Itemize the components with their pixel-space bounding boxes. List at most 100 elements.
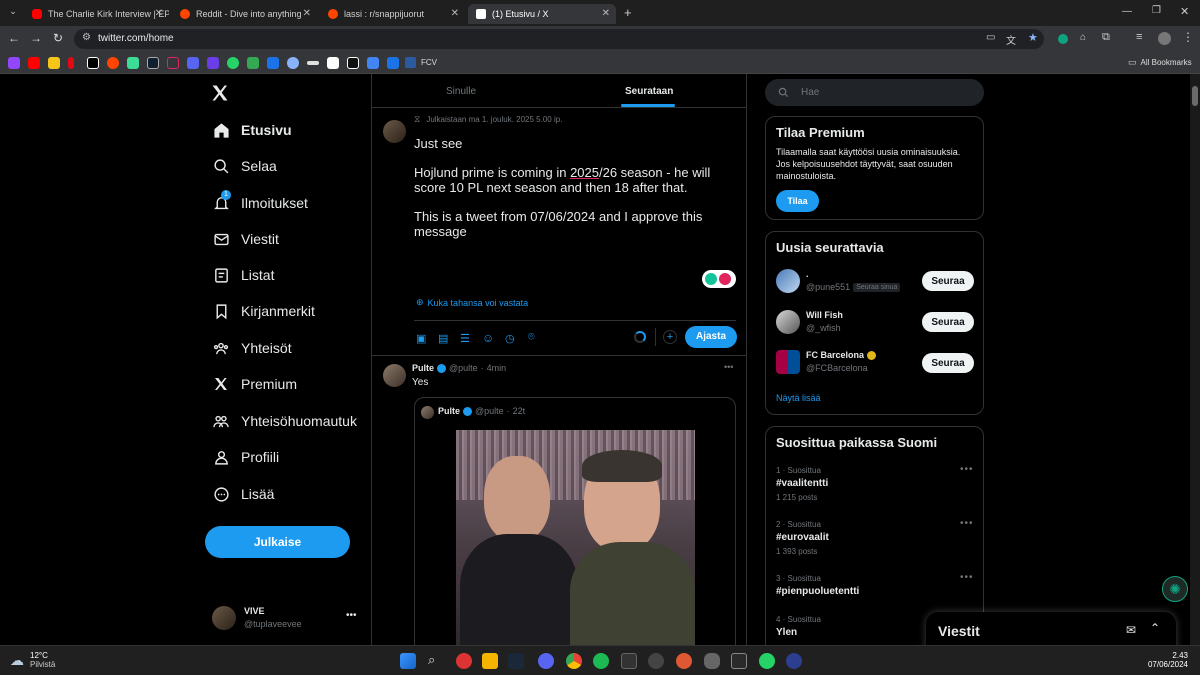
clock[interactable]: 2.43 07/06/2024 <box>1130 651 1188 669</box>
bookmark-twitch-icon[interactable] <box>8 57 20 69</box>
browser-tab[interactable]: lassi : r/snappijuorut ✕ <box>320 4 465 24</box>
close-tab-icon[interactable]: ✕ <box>155 8 163 19</box>
close-tab-icon[interactable]: ✕ <box>303 8 311 19</box>
nav-home[interactable]: Etusivu <box>212 117 292 143</box>
follow-user-name[interactable]: Will Fish <box>806 310 843 320</box>
nav-lists[interactable]: Listat <box>212 262 274 288</box>
trend-more-icon[interactable]: ••• <box>960 464 974 475</box>
tweet-author-handle[interactable]: @pulte <box>449 363 478 373</box>
scrollbar-thumb[interactable] <box>1192 86 1198 106</box>
browser-tab-active[interactable]: (1) Etusivu / X ✕ <box>468 4 616 24</box>
taskbar-app-icon[interactable] <box>704 653 720 669</box>
emoji-icon[interactable]: ☺ <box>482 331 494 345</box>
nav-premium[interactable]: Premium <box>212 371 297 397</box>
bookmark-fcv[interactable]: FCV <box>405 57 437 68</box>
bookmark-icon[interactable] <box>327 57 339 69</box>
steam-icon[interactable] <box>508 653 524 669</box>
davinci-icon[interactable] <box>648 653 664 669</box>
new-message-icon[interactable]: ✉ <box>1126 623 1136 637</box>
bookmark-reddit-icon[interactable] <box>107 57 119 69</box>
back-icon[interactable]: ← <box>8 31 20 45</box>
quoted-tweet[interactable]: Pulte @pulte · 22t <box>414 397 736 645</box>
nav-messages[interactable]: Viestit <box>212 226 279 252</box>
taskbar-app-icon[interactable] <box>731 653 747 669</box>
tab-for-you[interactable]: Sinulle <box>446 86 476 97</box>
add-thread-icon[interactable]: + <box>663 330 677 344</box>
follow-button[interactable]: Seuraa <box>922 353 974 373</box>
restore-icon[interactable]: ❐ <box>1152 5 1161 16</box>
post-button[interactable]: Julkaise <box>205 526 350 558</box>
reload-icon[interactable]: ↻ <box>53 31 63 45</box>
tweet-author-name[interactable]: Pulte <box>412 363 434 373</box>
composer-text[interactable]: Just see Hojlund prime is coming in 2025… <box>414 136 724 239</box>
tab-search-button[interactable]: ⌄ <box>6 6 20 20</box>
avatar[interactable] <box>776 310 800 334</box>
forward-icon[interactable]: → <box>30 31 42 45</box>
reply-setting[interactable]: ⊕ Kuka tahansa voi vastata <box>416 297 528 308</box>
trend-more-icon[interactable]: ••• <box>960 572 974 583</box>
media-icon[interactable]: ▣ <box>416 332 426 345</box>
follow-user-name[interactable]: FC Barcelona <box>806 350 864 360</box>
avatar[interactable] <box>776 269 800 293</box>
all-bookmarks[interactable]: ▭ All Bookmarks <box>1128 57 1192 68</box>
x-logo-icon[interactable] <box>210 83 232 105</box>
nav-communities[interactable]: Yhteisöt <box>212 335 292 361</box>
search-box[interactable]: Hae <box>765 79 984 106</box>
close-tab-icon[interactable]: ✕ <box>451 8 459 19</box>
account-switcher[interactable]: VIVE @tuplaveevee ••• <box>210 604 360 634</box>
discord-icon[interactable] <box>538 653 554 669</box>
nav-more[interactable]: Lisää <box>212 481 274 507</box>
bookmark-icon[interactable] <box>187 57 199 69</box>
trend-name[interactable]: #vaalitentti <box>776 478 828 489</box>
schedule-button[interactable]: Ajasta <box>685 326 737 348</box>
bookmark-icon[interactable] <box>267 57 279 69</box>
gif-icon[interactable]: ▤ <box>438 332 448 345</box>
close-window-icon[interactable]: ✕ <box>1180 5 1189 18</box>
chatgpt-floating-icon[interactable]: ✺ <box>1162 576 1188 602</box>
subscribe-button[interactable]: Tilaa <box>776 190 819 212</box>
address-bar[interactable]: ⚙ twitter.com/home ▭ 文 ★ <box>74 29 1044 49</box>
bookmark-icon[interactable] <box>307 61 319 65</box>
trend-name[interactable]: #pienpuoluetentti <box>776 586 859 597</box>
browser-tab[interactable]: The Charlie Kirk Interview | EP. ✕ <box>24 4 169 24</box>
nav-profile[interactable]: Profiili <box>212 444 279 470</box>
schedule-icon[interactable]: ◷ <box>505 332 515 345</box>
follow-button[interactable]: Seuraa <box>922 312 974 332</box>
follow-user-name[interactable]: . <box>806 269 809 279</box>
extension-icon[interactable] <box>1058 34 1068 44</box>
bookmark-maps-icon[interactable] <box>247 57 259 69</box>
nav-community-notes[interactable]: Yhteisöhuomautuk <box>212 408 357 434</box>
bookmark-icon[interactable] <box>48 57 60 69</box>
bookmark-icon[interactable] <box>347 57 359 69</box>
bookmark-icon[interactable] <box>287 57 299 69</box>
bookmark-netflix-icon[interactable] <box>68 57 74 69</box>
trend-name[interactable]: Ylen <box>776 627 797 638</box>
extension-icon[interactable]: ⌂ <box>1080 32 1086 43</box>
close-tab-icon[interactable]: ✕ <box>602 8 610 19</box>
bookmark-icon[interactable] <box>147 57 159 69</box>
trend-name[interactable]: #eurovaalit <box>776 532 829 543</box>
fcbarcelona-avatar[interactable] <box>776 350 800 374</box>
nav-bookmarks[interactable]: Kirjanmerkit <box>212 298 315 324</box>
profile-avatar-icon[interactable] <box>1158 32 1171 45</box>
bookmark-whatsapp-icon[interactable] <box>227 57 239 69</box>
browser-menu-icon[interactable]: ⋮ <box>1182 30 1194 44</box>
show-more-link[interactable]: Näytä lisää <box>776 393 821 403</box>
whatsapp-icon[interactable] <box>759 653 775 669</box>
trend-more-icon[interactable]: ••• <box>960 518 974 529</box>
duckduckgo-icon[interactable] <box>676 653 692 669</box>
bookmark-icon[interactable] <box>387 57 399 69</box>
expand-chevron-icon[interactable]: ⌃ <box>1150 621 1160 635</box>
bookmark-icon[interactable] <box>367 57 379 69</box>
taskbar-app-icon[interactable] <box>621 653 637 669</box>
search-icon[interactable]: ⌕ <box>428 652 435 668</box>
tweet-more-icon[interactable]: ••• <box>724 362 733 372</box>
extensions-puzzle-icon[interactable]: ⧉ <box>1102 31 1110 44</box>
bookmark-icon[interactable] <box>127 57 139 69</box>
bookmark-heart-icon[interactable] <box>167 57 179 69</box>
location-icon[interactable]: ⌾ <box>528 331 535 344</box>
grammarly-badge-icon[interactable] <box>702 270 736 288</box>
avatar[interactable] <box>383 364 406 387</box>
page-scrollbar[interactable] <box>1190 74 1200 645</box>
bookmark-x-icon[interactable] <box>87 57 99 69</box>
